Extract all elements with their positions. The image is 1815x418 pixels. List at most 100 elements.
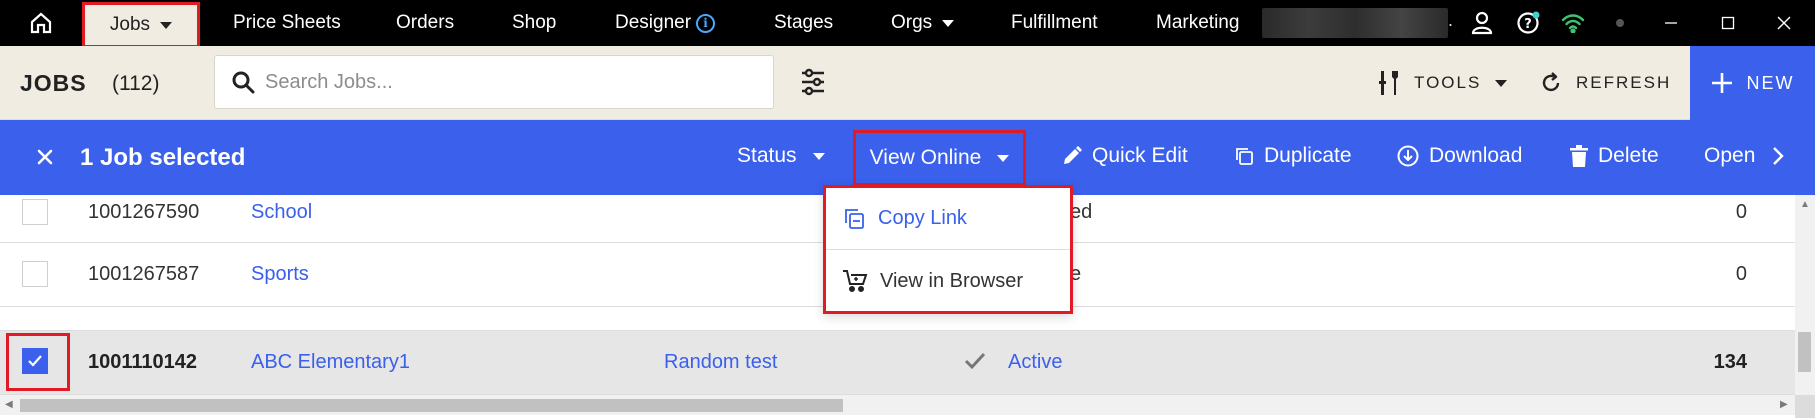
delete-button[interactable]: Delete [1570, 144, 1659, 168]
search-input[interactable] [265, 66, 755, 98]
chevron-down-icon [942, 19, 955, 27]
open-button[interactable]: Open [1704, 144, 1785, 168]
refresh-label: REFRESH [1576, 73, 1672, 92]
job-name-link[interactable]: Sports [251, 263, 309, 286]
vertical-scroll-thumb[interactable] [1798, 332, 1811, 372]
refresh-icon [1542, 72, 1560, 92]
job-name-link[interactable]: School [251, 201, 312, 224]
home-button[interactable] [0, 0, 82, 46]
job-count: 134 [1713, 351, 1747, 373]
job-count: 0 [1735, 201, 1747, 223]
sliders-icon [802, 68, 824, 96]
nav-stages[interactable]: Stages [774, 0, 833, 46]
svg-text:?: ? [1524, 17, 1532, 32]
refresh-button[interactable]: REFRESH [1540, 64, 1671, 102]
duplicate-label: Duplicate [1264, 144, 1352, 167]
copy-link-label: Copy Link [878, 207, 967, 229]
chevron-right-icon [1773, 147, 1785, 165]
table-row-selected[interactable]: 1001110142 ABC Elementary1 Random test A… [0, 331, 1795, 395]
tools-menu-button[interactable]: TOOLS [1378, 64, 1508, 102]
top-navigation-bar: Jobs Price Sheets Orders Shop Designer i… [0, 0, 1815, 48]
duplicate-icon [1236, 148, 1253, 165]
selection-action-bar: 1 Job selected Status View Online Quick … [0, 120, 1815, 195]
window-close-button[interactable] [1757, 0, 1811, 46]
scroll-up-icon[interactable]: ▲ [1800, 199, 1810, 210]
nav-marketing[interactable]: Marketing [1156, 0, 1239, 46]
help-icon: ? [1517, 11, 1540, 34]
view-in-browser-menu-item[interactable]: View in Browser [826, 250, 1070, 312]
jobs-count: (112) [112, 72, 160, 95]
nav-designer-label: Designer [615, 12, 692, 33]
nav-designer[interactable]: Designer i [615, 0, 716, 46]
download-button[interactable]: Download [1397, 144, 1522, 168]
filter-settings-button[interactable] [800, 68, 826, 101]
job-id: 1001267587 [88, 263, 200, 285]
copy-link-menu-item[interactable]: Copy Link [826, 188, 1070, 250]
job-id: 1001267590 [88, 201, 200, 223]
duplicate-button[interactable]: Duplicate [1234, 144, 1352, 168]
scrollbar-corner [1795, 395, 1815, 418]
tools-icon [1379, 71, 1398, 95]
delete-label: Delete [1598, 144, 1659, 167]
clear-selection-button[interactable] [32, 144, 58, 175]
row-checkbox[interactable] [22, 261, 48, 287]
view-online-menu: Copy Link View in Browser [823, 185, 1073, 314]
nav-jobs-menu[interactable]: Jobs [82, 2, 200, 48]
job-id: 1001110142 [88, 351, 198, 373]
horizontal-scrollbar[interactable]: ◀ ▶ [0, 395, 1795, 415]
nav-orders[interactable]: Orders [396, 0, 454, 46]
nav-orgs[interactable]: Orgs [891, 0, 955, 46]
status-label: Status [737, 144, 797, 167]
scroll-left-icon[interactable]: ◀ [5, 399, 13, 410]
close-icon [37, 149, 53, 165]
chevron-down-icon [812, 152, 825, 160]
copy-link-icon [845, 208, 864, 229]
quick-edit-label: Quick Edit [1092, 144, 1188, 167]
plus-icon [1711, 73, 1732, 93]
trailing-dot: . [1448, 10, 1454, 30]
check-icon [964, 352, 986, 370]
window-maximize-button[interactable] [1701, 0, 1755, 46]
open-label: Open [1704, 144, 1756, 167]
view-in-browser-label: View in Browser [880, 269, 1024, 292]
close-icon [1777, 16, 1791, 30]
status-dropdown[interactable]: Status [737, 144, 825, 168]
jobs-toolbar: JOBS (112) TOOLS REFRESH NEW [0, 46, 1815, 120]
wifi-icon [1561, 14, 1585, 33]
window-minimize-button[interactable] [1644, 0, 1698, 46]
job-name-link[interactable]: ABC Elementary1 [251, 351, 410, 374]
trash-icon [1570, 145, 1588, 167]
selection-count: 1 Job selected [80, 144, 246, 171]
search-icon [232, 71, 255, 94]
row-checkbox[interactable] [22, 199, 48, 225]
help-button[interactable]: ? [1516, 11, 1540, 35]
job-status[interactable]: Active [1008, 351, 1062, 374]
cart-icon [843, 270, 868, 292]
job-status-partial: ed [1070, 201, 1093, 223]
new-job-button[interactable]: NEW [1690, 46, 1815, 120]
redacted-account-name [1262, 8, 1448, 38]
user-account-button[interactable] [1470, 11, 1494, 35]
vertical-scrollbar[interactable]: ▲ [1795, 195, 1815, 395]
horizontal-scroll-thumb[interactable] [20, 399, 843, 412]
chevron-down-icon [160, 21, 173, 29]
checkbox-highlight-box [6, 333, 70, 391]
scroll-right-icon[interactable]: ▶ [1780, 399, 1788, 410]
maximize-icon [1721, 16, 1735, 30]
new-label: NEW [1746, 72, 1795, 93]
chevron-down-icon [997, 154, 1010, 162]
nav-shop[interactable]: Shop [512, 0, 556, 46]
user-icon [1471, 11, 1493, 35]
search-box[interactable] [214, 55, 774, 109]
connection-status [1561, 11, 1585, 35]
page-title: JOBS [20, 70, 87, 96]
view-online-label: View Online [869, 146, 982, 169]
quick-edit-button[interactable]: Quick Edit [1062, 144, 1188, 168]
nav-price-sheets[interactable]: Price Sheets [233, 0, 341, 46]
view-online-dropdown[interactable]: View Online [853, 130, 1026, 186]
org-name-link[interactable]: Random test [664, 351, 777, 374]
nav-fulfillment[interactable]: Fulfillment [1011, 0, 1098, 46]
download-label: Download [1429, 144, 1523, 167]
pencil-icon [1064, 146, 1082, 164]
info-icon[interactable]: i [696, 13, 716, 33]
